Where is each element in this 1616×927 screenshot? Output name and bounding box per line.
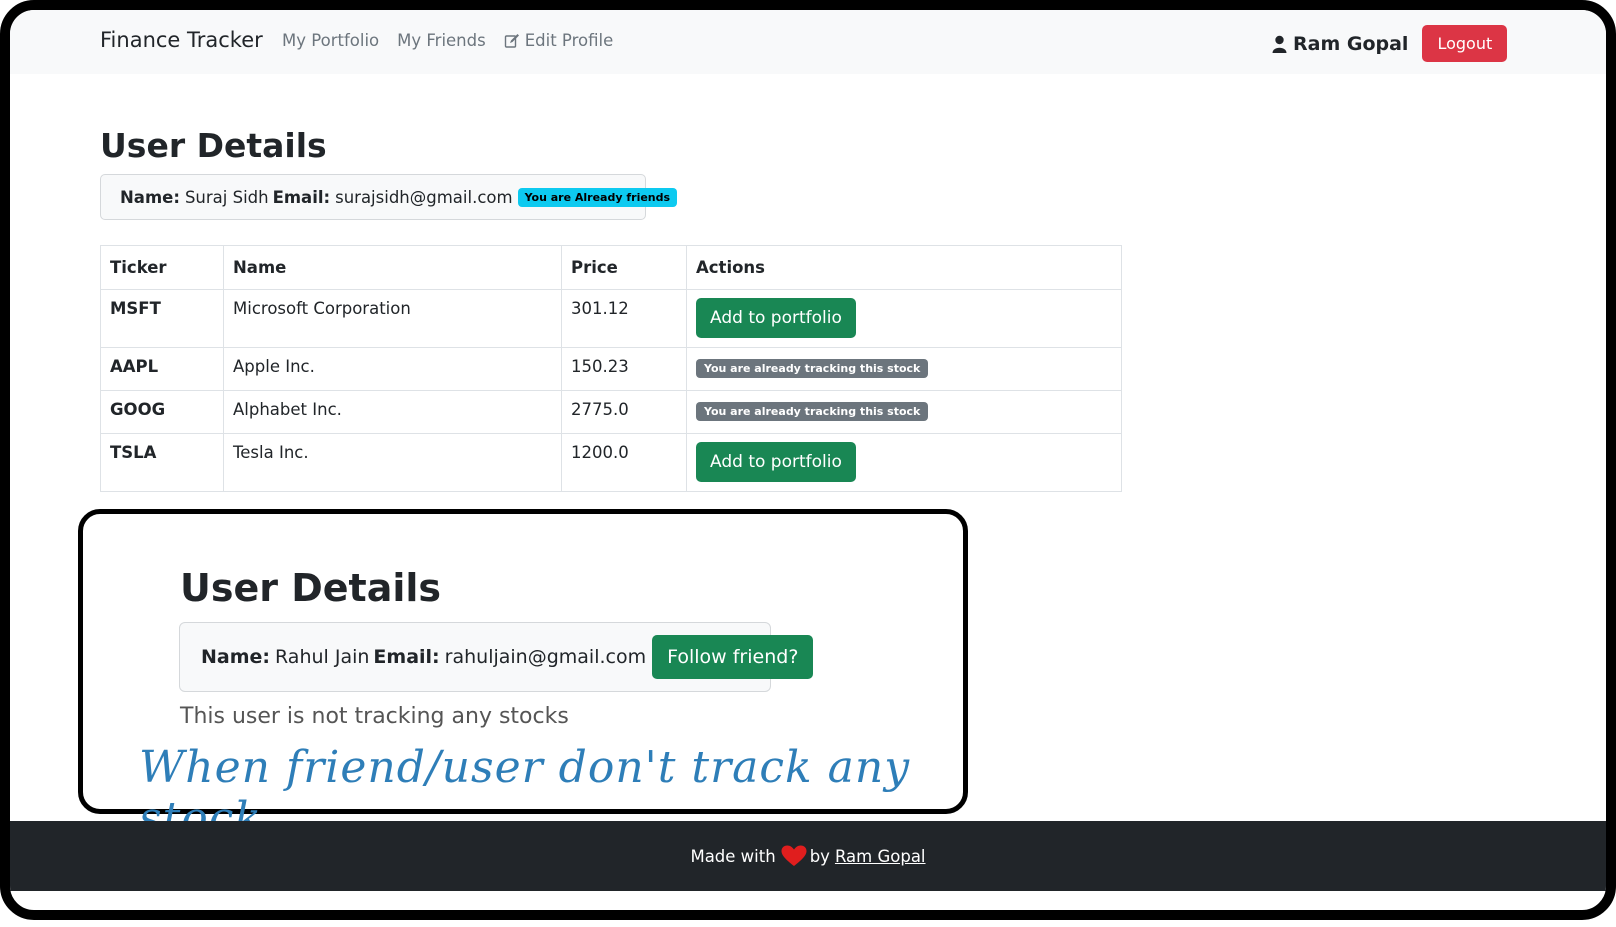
price-cell: 2775.0: [561, 390, 687, 434]
navbar: Finance Tracker My Portfolio My Friends …: [10, 10, 1606, 74]
ticker-cell: AAPL: [100, 347, 224, 391]
ticker-cell: TSLA: [100, 433, 224, 492]
name-label: Name:: [201, 646, 271, 668]
user-icon: [1272, 35, 1287, 53]
actions-cell: You are already tracking this stock: [686, 347, 1122, 391]
email-label: Email:: [272, 187, 331, 207]
table-row: TSLA Tesla Inc. 1200.0 Add to portfolio: [100, 433, 1122, 492]
friend-status-badge: You are Already friends: [517, 187, 678, 207]
table-row: MSFT Microsoft Corporation 301.12 Add to…: [100, 289, 1122, 348]
email-label: Email:: [373, 646, 440, 668]
name-cell: Apple Inc.: [223, 347, 562, 391]
already-tracking-badge: You are already tracking this stock: [696, 359, 929, 378]
follow-friend-button[interactable]: Follow friend?: [652, 635, 814, 679]
table-row: AAPL Apple Inc. 150.23 You are already t…: [100, 347, 1122, 391]
user-name-value: Suraj Sidh: [184, 187, 269, 207]
nav-my-portfolio[interactable]: My Portfolio: [282, 31, 379, 50]
edit-icon: [504, 33, 519, 48]
user-name-value: Rahul Jain: [275, 646, 370, 668]
column-header-price: Price: [561, 245, 687, 290]
price-cell: 1200.0: [561, 433, 687, 492]
callout-title: User Details: [180, 566, 442, 610]
column-header-name: Name: [223, 245, 562, 290]
user-email-value: rahuljain@gmail.com: [444, 646, 647, 668]
actions-cell: Add to portfolio: [686, 433, 1122, 492]
current-user-name: Ram Gopal: [1293, 32, 1409, 55]
add-to-portfolio-button[interactable]: Add to portfolio: [696, 298, 856, 338]
app-window: Finance Tracker My Portfolio My Friends …: [0, 0, 1616, 920]
add-to-portfolio-button[interactable]: Add to portfolio: [696, 442, 856, 482]
price-cell: 150.23: [561, 347, 687, 391]
nav-links: My Portfolio My Friends Edit Profile: [282, 31, 613, 50]
nav-edit-profile[interactable]: Edit Profile: [504, 31, 614, 50]
footer: Made with by Ram Gopal: [10, 821, 1606, 891]
stocks-table: Ticker Name Price Actions MSFT Microsoft…: [100, 245, 1122, 492]
column-header-ticker: Ticker: [100, 245, 224, 290]
page-title: User Details: [100, 126, 327, 165]
nav-my-friends[interactable]: My Friends: [397, 31, 486, 50]
price-cell: 301.12: [561, 289, 687, 348]
nav-right: Ram Gopal Logout: [1272, 25, 1508, 62]
name-label: Name:: [120, 187, 180, 207]
author-link[interactable]: Ram Gopal: [835, 847, 926, 866]
actions-cell: Add to portfolio: [686, 289, 1122, 348]
logout-button[interactable]: Logout: [1422, 25, 1508, 62]
empty-stocks-message: This user is not tracking any stocks: [180, 704, 569, 729]
ticker-cell: MSFT: [100, 289, 224, 348]
name-cell: Alphabet Inc.: [223, 390, 562, 434]
callout-user-info-card: Name: Rahul Jain Email: rahuljain@gmail.…: [179, 622, 814, 692]
name-cell: Microsoft Corporation: [223, 289, 562, 348]
footer-prefix: Made with: [690, 846, 776, 866]
ticker-cell: GOOG: [100, 390, 224, 434]
user-info-card: Name: Suraj Sidh Email: surajsidh@gmail.…: [100, 174, 678, 220]
table-header-row: Ticker Name Price Actions: [100, 245, 1122, 290]
table-row: GOOG Alphabet Inc. 2775.0 You are alread…: [100, 390, 1122, 434]
already-tracking-badge: You are already tracking this stock: [696, 402, 929, 421]
column-header-actions: Actions: [686, 245, 1122, 290]
name-cell: Tesla Inc.: [223, 433, 562, 492]
heart-icon: [781, 845, 807, 866]
brand-link[interactable]: Finance Tracker: [100, 28, 263, 52]
footer-by: by: [809, 846, 830, 866]
current-user[interactable]: Ram Gopal: [1272, 33, 1408, 55]
nav-edit-profile-label: Edit Profile: [524, 31, 614, 50]
actions-cell: You are already tracking this stock: [686, 390, 1122, 434]
user-email-value: surajsidh@gmail.com: [335, 187, 513, 207]
callout-box: User Details Name: Rahul Jain Email: rah…: [78, 509, 968, 844]
